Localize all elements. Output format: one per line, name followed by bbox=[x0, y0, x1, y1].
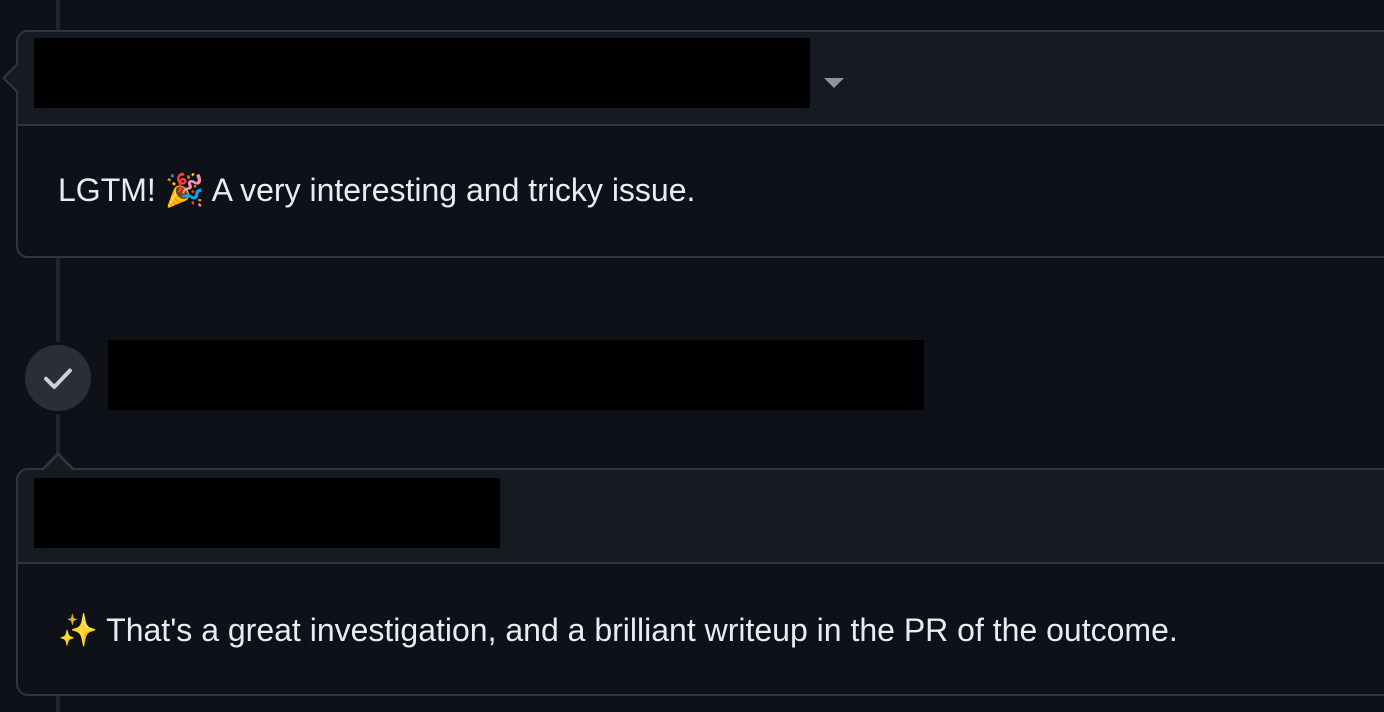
comment-card: ✨ That's a great investigation, and a br… bbox=[16, 468, 1384, 696]
timeline-line-middle bbox=[56, 258, 60, 342]
comment-pointer-fill bbox=[5, 64, 19, 92]
redacted-author bbox=[34, 478, 500, 548]
comment-card: LGTM! 🎉 A very interesting and tricky is… bbox=[16, 30, 1384, 258]
timeline-line-bottom bbox=[56, 696, 60, 712]
comment-header bbox=[18, 32, 1384, 126]
sparkles-icon: ✨ bbox=[58, 611, 98, 649]
timeline-line-top bbox=[56, 0, 60, 30]
comment-header bbox=[18, 470, 1384, 564]
party-popper-icon: 🎉 bbox=[164, 171, 205, 209]
check-icon bbox=[44, 368, 72, 389]
redacted-review-event-text bbox=[108, 340, 924, 410]
comment-text-start: LGTM! bbox=[58, 172, 165, 208]
redacted-author bbox=[34, 38, 810, 108]
comment-body: ✨ That's a great investigation, and a br… bbox=[58, 610, 1178, 650]
comment-text: That's a great investigation, and a bril… bbox=[97, 612, 1178, 648]
comment-body: LGTM! 🎉 A very interesting and tricky is… bbox=[58, 170, 695, 210]
comment-pointer-fill bbox=[44, 456, 72, 470]
review-approved-badge bbox=[22, 342, 94, 414]
pr-timeline: LGTM! 🎉 A very interesting and tricky is… bbox=[0, 0, 1384, 712]
chevron-down-icon[interactable] bbox=[824, 78, 844, 88]
comment-text-end: A very interesting and tricky issue. bbox=[204, 172, 696, 208]
